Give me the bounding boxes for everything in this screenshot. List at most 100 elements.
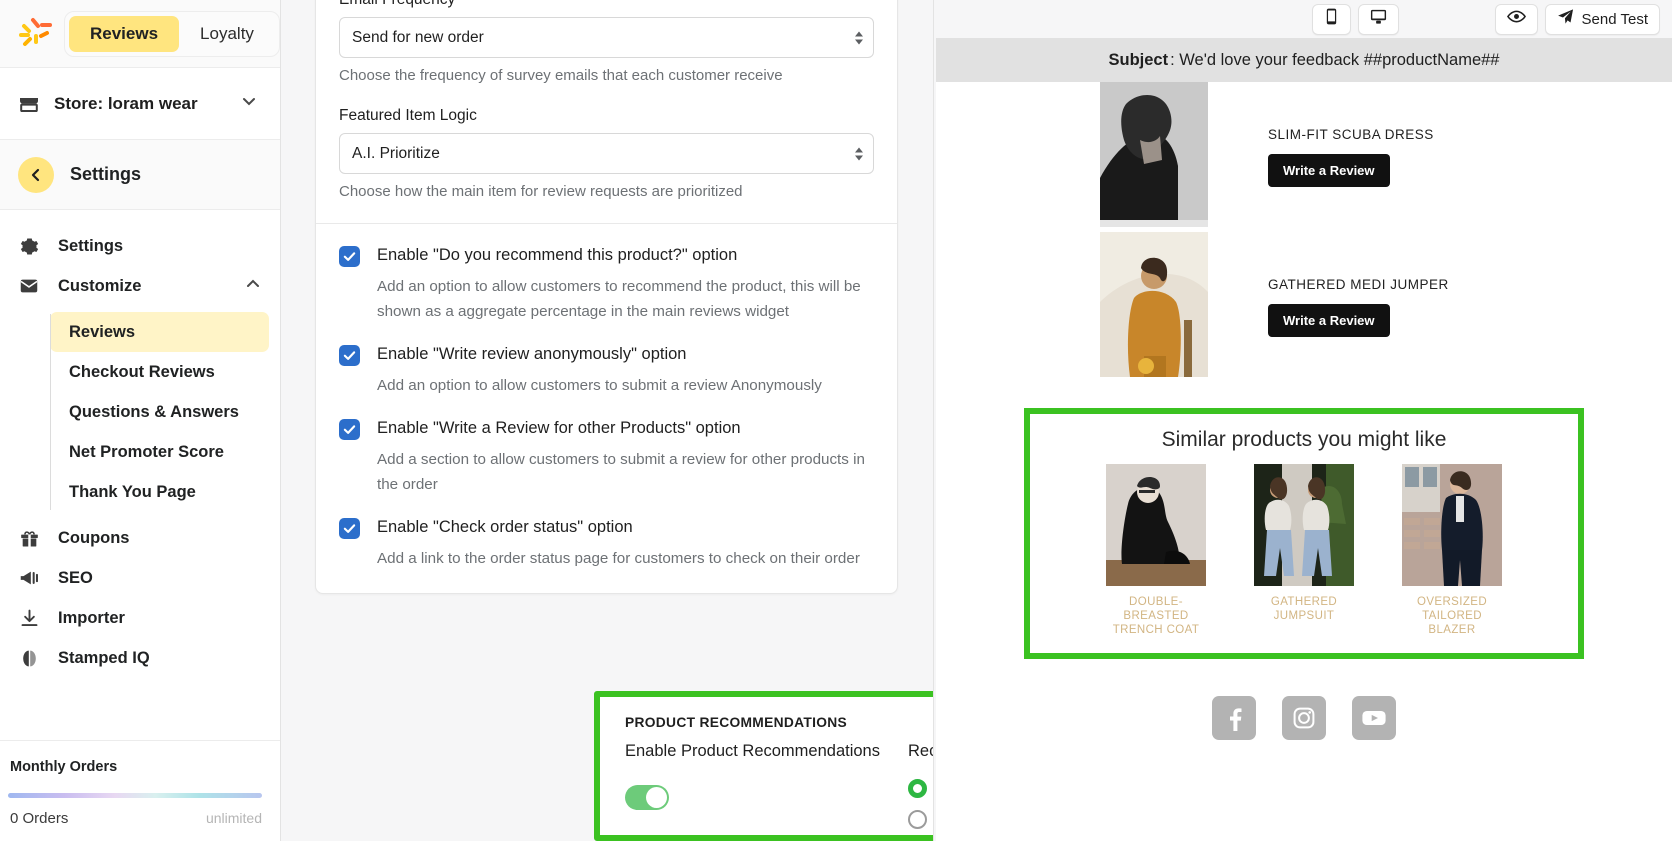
store-label: Store: loram wear bbox=[54, 93, 198, 113]
checkbox-description: Add a link to the order status page for … bbox=[377, 550, 860, 567]
sidebar-item-reviews[interactable]: Reviews bbox=[50, 312, 269, 352]
tab-loyalty[interactable]: Loyalty bbox=[179, 16, 275, 52]
sidebar-item-net-promoter-score[interactable]: Net Promoter Score bbox=[50, 432, 269, 472]
email-frequency-value: Send for new order bbox=[352, 28, 484, 46]
settings-card: Email Frequency Send for new order Choos… bbox=[315, 0, 898, 594]
write-a-review-button[interactable]: Write a Review bbox=[1268, 154, 1390, 187]
settings-header-label: Settings bbox=[70, 164, 142, 184]
select-arrows-icon bbox=[855, 31, 863, 44]
email-social-links bbox=[936, 696, 1672, 740]
checkbox-description: Add an option to allow customers to subm… bbox=[377, 377, 822, 394]
review-other-products-checkbox[interactable] bbox=[339, 419, 360, 440]
settings-form-panel: Email Frequency Send for new order Choos… bbox=[281, 0, 933, 841]
checkbox-row[interactable]: Enable "Write a Review for other Product… bbox=[339, 417, 874, 440]
preview-actions-group: Send Test bbox=[1494, 3, 1660, 35]
similar-product-item[interactable]: DOUBLE-BREASTED TRENCH COAT bbox=[1106, 464, 1206, 637]
send-test-label: Send Test bbox=[1581, 10, 1648, 28]
instagram-icon[interactable] bbox=[1282, 696, 1326, 740]
customize-subnav: Reviews Checkout Reviews Questions & Ans… bbox=[0, 312, 280, 512]
chevron-down-icon[interactable] bbox=[240, 92, 258, 115]
eye-icon bbox=[1506, 9, 1526, 29]
preview-eye-button[interactable] bbox=[1494, 3, 1538, 35]
mobile-view-button[interactable] bbox=[1311, 3, 1351, 35]
email-body: Subject: We'd love your feedback ##produ… bbox=[936, 38, 1672, 841]
subject-text: : We'd love your feedback ##productName#… bbox=[1170, 50, 1500, 69]
sidebar-item-importer[interactable]: Importer bbox=[0, 598, 280, 638]
chevron-left-icon[interactable] bbox=[18, 156, 54, 193]
subject-prefix: Subject bbox=[1108, 50, 1169, 69]
sidebar-item-questions-answers[interactable]: Questions & Answers bbox=[50, 392, 269, 432]
product-tabs: Reviews Loyalty bbox=[64, 10, 280, 57]
quota-progress-bar bbox=[8, 793, 262, 798]
email-frequency-help: Choose the frequency of survey emails th… bbox=[339, 67, 783, 84]
similar-product-name: GATHERED JUMPSUIT bbox=[1270, 596, 1338, 622]
sidebar-item-customize[interactable]: Customize bbox=[0, 266, 280, 306]
email-subject-bar: Subject: We'd love your feedback ##produ… bbox=[936, 38, 1672, 82]
similar-products-grid: DOUBLE-BREASTED TRENCH COAT GATHERED JUM… bbox=[1030, 464, 1578, 637]
featured-item-logic-select[interactable]: A.I. Prioritize bbox=[339, 133, 874, 174]
chevron-up-icon[interactable] bbox=[244, 275, 262, 298]
checkbox-label: Enable "Write a Review for other Product… bbox=[377, 419, 741, 437]
sidebar-item-label: Stamped IQ bbox=[58, 648, 150, 667]
featured-item-logic-label: Featured Item Logic bbox=[339, 107, 477, 124]
enable-product-recommendations-label: Enable Product Recommendations bbox=[625, 742, 880, 760]
sidebar-item-thank-you-page[interactable]: Thank You Page bbox=[50, 472, 269, 512]
model-black-coat-photo bbox=[1106, 464, 1206, 586]
desktop-icon bbox=[1370, 8, 1387, 30]
radio-button[interactable] bbox=[908, 810, 927, 829]
sidebar-item-stamped-iq[interactable]: Stamped IQ bbox=[0, 638, 280, 678]
tab-reviews[interactable]: Reviews bbox=[69, 15, 180, 52]
desktop-view-button[interactable] bbox=[1357, 3, 1399, 35]
email-frequency-label: Email Frequency bbox=[339, 0, 874, 9]
gift-icon bbox=[18, 527, 40, 549]
paper-plane-icon bbox=[1557, 8, 1574, 30]
radio-smart-recommendations[interactable]: Smart Recommendations bbox=[908, 773, 933, 804]
sidebar-item-coupons[interactable]: Coupons bbox=[0, 518, 280, 558]
checkbox-description: Add an option to allow customers to reco… bbox=[377, 278, 861, 320]
select-arrows-icon bbox=[855, 147, 863, 160]
recommend-product-checkbox[interactable] bbox=[339, 246, 360, 267]
anonymous-review-checkbox[interactable] bbox=[339, 345, 360, 366]
checkbox-row[interactable]: Enable "Check order status" option bbox=[339, 516, 874, 539]
sidebar-item-checkout-reviews[interactable]: Checkout Reviews bbox=[50, 352, 269, 392]
featured-item-logic-help: Choose how the main item for review requ… bbox=[339, 183, 743, 200]
facebook-icon[interactable] bbox=[1212, 696, 1256, 740]
two-models-blue-jumpsuit-photo bbox=[1254, 464, 1354, 586]
checkbox-row[interactable]: Enable "Do you recommend this product?" … bbox=[339, 244, 874, 267]
email-frequency-select[interactable]: Send for new order bbox=[339, 17, 874, 58]
radio-fixed[interactable]: Fixed bbox=[908, 804, 933, 835]
similar-products-section: Similar products you might like DOUBLE-B… bbox=[1024, 408, 1584, 659]
similar-product-item[interactable]: OVERSIZED TAILORED BLAZER bbox=[1402, 464, 1502, 637]
sidebar-item-seo[interactable]: SEO bbox=[0, 558, 280, 598]
sidebar-item-settings[interactable]: Settings bbox=[0, 226, 280, 266]
checkbox-label: Enable "Write review anonymously" option bbox=[377, 345, 687, 363]
product-name: SLIM-FIT SCUBA DRESS bbox=[1268, 127, 1434, 142]
email-preview-panel: Send Test Subject: We'd love your feedba… bbox=[933, 0, 1672, 841]
radio-button[interactable] bbox=[908, 779, 927, 798]
sidebar-item-label: Customize bbox=[58, 276, 142, 295]
settings-back-header[interactable]: Settings bbox=[0, 140, 280, 210]
model-gold-jumper-photo bbox=[1100, 232, 1208, 382]
featured-item-logic-field: Featured Item Logic A.I. Prioritize Choo… bbox=[316, 84, 897, 200]
store-selector[interactable]: Store: loram wear bbox=[0, 68, 280, 140]
send-test-button[interactable]: Send Test bbox=[1544, 3, 1660, 35]
similar-product-item[interactable]: GATHERED JUMPSUIT bbox=[1254, 464, 1354, 637]
options-checkbox-group: Enable "Do you recommend this product?" … bbox=[316, 224, 897, 593]
megaphone-icon bbox=[18, 567, 40, 589]
enable-product-recommendations-toggle[interactable] bbox=[625, 785, 669, 810]
featured-item-logic-value: A.I. Prioritize bbox=[352, 144, 440, 162]
write-a-review-button[interactable]: Write a Review bbox=[1268, 304, 1390, 337]
youtube-icon[interactable] bbox=[1352, 696, 1396, 740]
checkbox-row[interactable]: Enable "Write review anonymously" option bbox=[339, 343, 874, 366]
similar-products-title: Similar products you might like bbox=[1161, 428, 1447, 451]
envelope-icon bbox=[18, 275, 40, 297]
brain-icon bbox=[18, 647, 40, 669]
quota-count: 0 Orders bbox=[10, 810, 69, 827]
product-recommendations-card: PRODUCT RECOMMENDATIONS Enable Product R… bbox=[594, 691, 933, 841]
check-order-status-checkbox[interactable] bbox=[339, 518, 360, 539]
model-navy-blazer-photo bbox=[1402, 464, 1502, 586]
sidebar-item-label: Settings bbox=[58, 236, 124, 255]
checkbox-label: Enable "Check order status" option bbox=[377, 518, 633, 536]
checkbox-label: Enable "Do you recommend this product?" … bbox=[377, 246, 738, 264]
sidebar-item-label: SEO bbox=[58, 568, 93, 587]
